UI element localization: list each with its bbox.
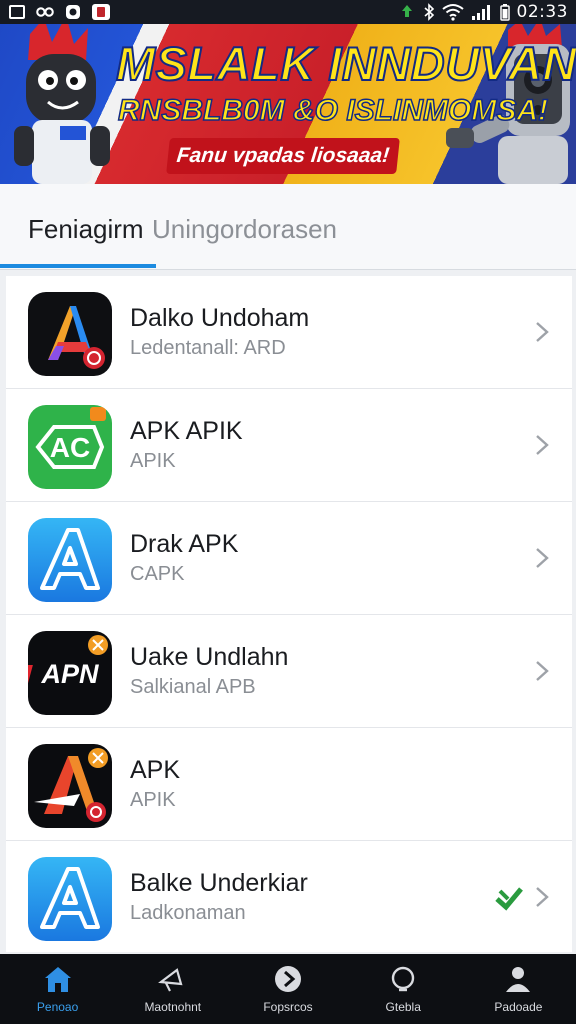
notification-icon: [92, 4, 110, 20]
list-item[interactable]: APN Uake Undlahn Salkianal APB: [6, 615, 572, 728]
nav-label: Gtebla: [385, 1000, 421, 1014]
list-item[interactable]: Balke Underkiar Ladkonaman: [6, 841, 572, 954]
app-name: APK APIK: [130, 417, 243, 445]
banner-title: MSLALK INNDUVAN: [115, 36, 576, 91]
app-subtitle: Ladkonaman: [130, 902, 246, 924]
app-name: Drak APK: [130, 530, 239, 558]
battery-icon: [499, 4, 510, 21]
banner-subtitle: RNSBLB0M &O ISLINMOMSA!: [117, 93, 549, 128]
chevron-right-icon[interactable]: [534, 434, 550, 456]
chevron-right-icon[interactable]: [534, 886, 550, 908]
nav-label: Penoao: [36, 1000, 79, 1014]
app-list: Dalko Undoham Ledentanall: ARD AC APK AP…: [6, 276, 572, 952]
tab-active-indicator: [0, 264, 156, 268]
svg-text:AC: AC: [50, 432, 90, 463]
app-icon: [64, 4, 82, 20]
bottom-nav: Penoao Maotnohnt Fopsrcos Gtebla Padoade: [0, 954, 576, 1024]
arrow-a-icon: [28, 744, 112, 828]
chevron-right-icon[interactable]: [534, 321, 550, 343]
banner-cta[interactable]: Fanu vpadas liosaaa!: [166, 138, 400, 174]
list-item[interactable]: APK APIK: [6, 728, 572, 841]
svg-text:APN: APN: [40, 659, 99, 689]
app-name: Uake Undlahn: [130, 643, 289, 671]
recycle-icon: [401, 5, 412, 17]
app-subtitle: Ledentanall: ARD: [130, 337, 286, 359]
nav-home[interactable]: Penoao: [0, 954, 115, 1024]
nav-label: Fopsrcos: [263, 1000, 313, 1014]
play-icon: [275, 966, 301, 992]
prism-a-icon: [28, 292, 112, 376]
gallery-icon: [8, 4, 26, 20]
wifi-icon: [441, 4, 464, 21]
status-time: 02:33: [516, 2, 568, 22]
promo-banner[interactable]: MSLALK INNDUVAN RNSBLB0M &O ISLINMOMSA! …: [0, 24, 576, 184]
tab-categories[interactable]: Uningordorasen: [152, 214, 337, 245]
apn-icon: APN: [28, 631, 112, 715]
app-name: Dalko Undoham: [130, 304, 310, 332]
app-subtitle: APIK: [130, 789, 176, 811]
nav-label: Maotnohnt: [144, 1000, 202, 1014]
chevron-right-icon[interactable]: [534, 547, 550, 569]
green-check-icon: [495, 887, 523, 911]
mascot-left-icon: [14, 24, 110, 184]
voicemail-icon: [36, 4, 54, 20]
tab-featured[interactable]: Feniagirm: [28, 214, 144, 245]
app-subtitle: APIK: [130, 450, 176, 472]
status-left-icons: [8, 4, 110, 20]
nav-profile[interactable]: Padoade: [461, 954, 576, 1024]
megaphone-icon: [157, 968, 183, 992]
profile-icon: [506, 967, 531, 992]
list-item[interactable]: Dalko Undoham Ledentanall: ARD: [6, 276, 572, 389]
chevron-right-icon[interactable]: [534, 660, 550, 682]
outline-a-icon: [28, 857, 112, 941]
status-bar: 02:33: [0, 0, 576, 24]
app-name: Balke Underkiar: [130, 869, 308, 897]
home-icon: [44, 967, 71, 992]
outline-a-icon: [28, 518, 112, 602]
list-item[interactable]: Drak APK CAPK: [6, 502, 572, 615]
list-item[interactable]: AC APK APIK APIK: [6, 389, 572, 502]
app-subtitle: Salkianal APB: [130, 676, 256, 698]
app-subtitle: CAPK: [130, 563, 185, 585]
nav-search[interactable]: Gtebla: [346, 954, 461, 1024]
nav-updates[interactable]: Maotnohnt: [115, 954, 230, 1024]
bluetooth-icon: [423, 3, 434, 21]
nav-play[interactable]: Fopsrcos: [230, 954, 345, 1024]
signal-icon: [471, 5, 490, 20]
app-name: APK: [130, 756, 181, 784]
nav-label: Padoade: [494, 1000, 543, 1014]
status-right-icons: 02:33: [398, 2, 569, 22]
ac-green-icon: AC: [28, 405, 112, 489]
search-icon: [392, 966, 415, 992]
